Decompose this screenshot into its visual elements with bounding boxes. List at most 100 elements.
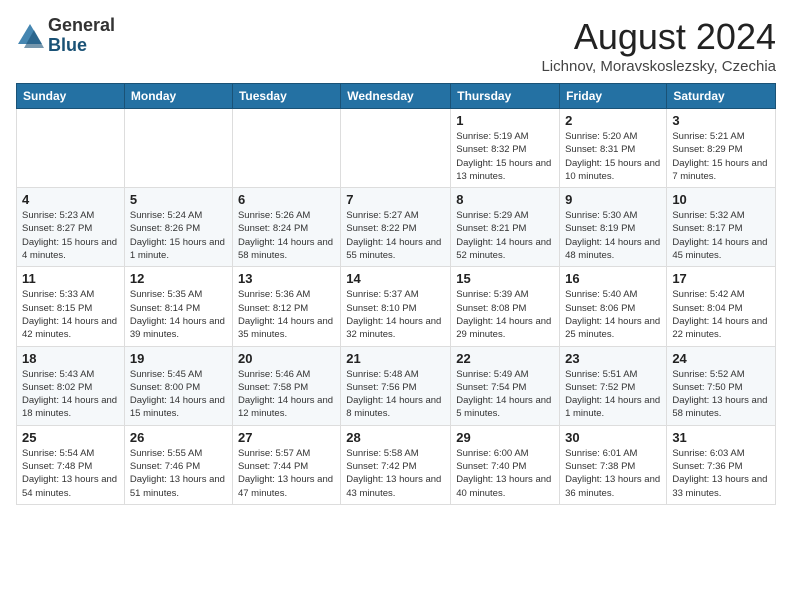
day-detail: Sunrise: 5:48 AM Sunset: 7:56 PM Dayligh… (346, 368, 445, 421)
day-detail: Sunrise: 6:00 AM Sunset: 7:40 PM Dayligh… (456, 447, 554, 500)
day-detail: Sunrise: 5:29 AM Sunset: 8:21 PM Dayligh… (456, 209, 554, 262)
weekday-header-sunday: Sunday (17, 84, 125, 109)
calendar-week-2: 4 Sunrise: 5:23 AM Sunset: 8:27 PM Daylig… (17, 188, 776, 267)
day-number: 9 (565, 192, 661, 207)
day-detail: Sunrise: 6:01 AM Sunset: 7:38 PM Dayligh… (565, 447, 661, 500)
calendar-cell: 19Sunrise: 5:45 AM Sunset: 8:00 PM Dayli… (124, 346, 232, 425)
day-number: 1 (456, 113, 554, 128)
day-detail: Sunrise: 5:58 AM Sunset: 7:42 PM Dayligh… (346, 447, 445, 500)
calendar-cell: 12 Sunrise: 5:35 AM Sunset: 8:14 PM Dayli… (124, 267, 232, 346)
day-detail: Sunrise: 5:37 AM Sunset: 8:10 PM Dayligh… (346, 288, 445, 341)
calendar-cell: 7 Sunrise: 5:27 AM Sunset: 8:22 PM Daylig… (341, 188, 451, 267)
calendar-cell: 29 Sunrise: 6:00 AM Sunset: 7:40 PM Dayli… (451, 425, 560, 504)
day-detail: Sunrise: 5:30 AM Sunset: 8:19 PM Dayligh… (565, 209, 661, 262)
day-number: 26 (130, 430, 227, 445)
calendar-cell: 15 Sunrise: 5:39 AM Sunset: 8:08 PM Dayli… (451, 267, 560, 346)
day-number: 30 (565, 430, 661, 445)
day-number: 14 (346, 271, 445, 286)
day-detail: Sunrise: 5:26 AM Sunset: 8:24 PM Dayligh… (238, 209, 335, 262)
weekday-header-saturday: Saturday (667, 84, 776, 109)
location: Lichnov, Moravskoslezsky, Czechia (541, 58, 776, 75)
day-number: 3 (672, 113, 770, 128)
calendar-cell: 6 Sunrise: 5:26 AM Sunset: 8:24 PM Daylig… (232, 188, 340, 267)
logo-blue: Blue (48, 35, 87, 55)
day-detail: Sunrise: 5:24 AM Sunset: 8:26 PM Dayligh… (130, 209, 227, 262)
day-number: 11 (22, 271, 119, 286)
day-number: 17 (672, 271, 770, 286)
day-detail: Sunrise: 5:23 AM Sunset: 8:27 PM Dayligh… (22, 209, 119, 262)
calendar-cell: 21 Sunrise: 5:48 AM Sunset: 7:56 PM Dayli… (341, 346, 451, 425)
calendar-cell: 13 Sunrise: 5:36 AM Sunset: 8:12 PM Dayli… (232, 267, 340, 346)
calendar-cell: 28Sunrise: 5:58 AM Sunset: 7:42 PM Dayli… (341, 425, 451, 504)
weekday-header-friday: Friday (560, 84, 667, 109)
day-number: 13 (238, 271, 335, 286)
calendar-cell: 3 Sunrise: 5:21 AM Sunset: 8:29 PM Daylig… (667, 109, 776, 188)
calendar-cell: 2Sunrise: 5:20 AM Sunset: 8:31 PM Daylig… (560, 109, 667, 188)
calendar-cell: 18Sunrise: 5:43 AM Sunset: 8:02 PM Dayli… (17, 346, 125, 425)
day-detail: Sunrise: 5:39 AM Sunset: 8:08 PM Dayligh… (456, 288, 554, 341)
day-number: 12 (130, 271, 227, 286)
calendar-cell: 31Sunrise: 6:03 AM Sunset: 7:36 PM Dayli… (667, 425, 776, 504)
title-block: August 2024 Lichnov, Moravskoslezsky, Cz… (541, 16, 776, 75)
day-detail: Sunrise: 5:49 AM Sunset: 7:54 PM Dayligh… (456, 368, 554, 421)
day-detail: Sunrise: 5:36 AM Sunset: 8:12 PM Dayligh… (238, 288, 335, 341)
calendar-cell (124, 109, 232, 188)
calendar-cell: 9 Sunrise: 5:30 AM Sunset: 8:19 PM Daylig… (560, 188, 667, 267)
day-detail: Sunrise: 5:57 AM Sunset: 7:44 PM Dayligh… (238, 447, 335, 500)
day-detail: Sunrise: 5:19 AM Sunset: 8:32 PM Dayligh… (456, 130, 554, 183)
calendar-cell (17, 109, 125, 188)
calendar-cell: 20Sunrise: 5:46 AM Sunset: 7:58 PM Dayli… (232, 346, 340, 425)
weekday-header-wednesday: Wednesday (341, 84, 451, 109)
weekday-header-row: SundayMondayTuesdayWednesdayThursdayFrid… (17, 84, 776, 109)
day-number: 23 (565, 351, 661, 366)
day-number: 21 (346, 351, 445, 366)
day-number: 2 (565, 113, 661, 128)
day-number: 16 (565, 271, 661, 286)
day-detail: Sunrise: 5:27 AM Sunset: 8:22 PM Dayligh… (346, 209, 445, 262)
calendar-cell: 30 Sunrise: 6:01 AM Sunset: 7:38 PM Dayli… (560, 425, 667, 504)
day-detail: Sunrise: 5:35 AM Sunset: 8:14 PM Dayligh… (130, 288, 227, 341)
calendar-cell: 23 Sunrise: 5:51 AM Sunset: 7:52 PM Dayli… (560, 346, 667, 425)
calendar-cell: 11 Sunrise: 5:33 AM Sunset: 8:15 PM Dayli… (17, 267, 125, 346)
weekday-header-tuesday: Tuesday (232, 84, 340, 109)
calendar-cell: 22 Sunrise: 5:49 AM Sunset: 7:54 PM Dayli… (451, 346, 560, 425)
calendar-week-4: 18Sunrise: 5:43 AM Sunset: 8:02 PM Dayli… (17, 346, 776, 425)
logo-text: General Blue (48, 16, 115, 56)
day-number: 5 (130, 192, 227, 207)
day-number: 27 (238, 430, 335, 445)
weekday-header-monday: Monday (124, 84, 232, 109)
day-detail: Sunrise: 5:45 AM Sunset: 8:00 PM Dayligh… (130, 368, 227, 421)
day-number: 18 (22, 351, 119, 366)
day-number: 4 (22, 192, 119, 207)
calendar-week-1: 1 Sunrise: 5:19 AM Sunset: 8:32 PM Daylig… (17, 109, 776, 188)
day-detail: Sunrise: 5:33 AM Sunset: 8:15 PM Dayligh… (22, 288, 119, 341)
day-detail: Sunrise: 5:54 AM Sunset: 7:48 PM Dayligh… (22, 447, 119, 500)
day-number: 15 (456, 271, 554, 286)
day-number: 6 (238, 192, 335, 207)
calendar-week-3: 11 Sunrise: 5:33 AM Sunset: 8:15 PM Dayli… (17, 267, 776, 346)
day-number: 29 (456, 430, 554, 445)
day-number: 22 (456, 351, 554, 366)
page-header: General Blue August 2024 Lichnov, Moravs… (16, 16, 776, 75)
day-number: 7 (346, 192, 445, 207)
calendar-cell: 1 Sunrise: 5:19 AM Sunset: 8:32 PM Daylig… (451, 109, 560, 188)
day-detail: Sunrise: 5:51 AM Sunset: 7:52 PM Dayligh… (565, 368, 661, 421)
day-detail: Sunrise: 5:55 AM Sunset: 7:46 PM Dayligh… (130, 447, 227, 500)
logo: General Blue (16, 16, 115, 56)
day-detail: Sunrise: 5:46 AM Sunset: 7:58 PM Dayligh… (238, 368, 335, 421)
calendar-cell: 25Sunrise: 5:54 AM Sunset: 7:48 PM Dayli… (17, 425, 125, 504)
calendar-cell: 27 Sunrise: 5:57 AM Sunset: 7:44 PM Dayli… (232, 425, 340, 504)
day-number: 31 (672, 430, 770, 445)
calendar-cell: 26 Sunrise: 5:55 AM Sunset: 7:46 PM Dayli… (124, 425, 232, 504)
calendar-cell: 5 Sunrise: 5:24 AM Sunset: 8:26 PM Daylig… (124, 188, 232, 267)
day-number: 24 (672, 351, 770, 366)
calendar-body: 1 Sunrise: 5:19 AM Sunset: 8:32 PM Daylig… (17, 109, 776, 505)
weekday-header-thursday: Thursday (451, 84, 560, 109)
calendar-week-5: 25Sunrise: 5:54 AM Sunset: 7:48 PM Dayli… (17, 425, 776, 504)
calendar-cell: 16Sunrise: 5:40 AM Sunset: 8:06 PM Dayli… (560, 267, 667, 346)
calendar-cell (232, 109, 340, 188)
day-detail: Sunrise: 5:21 AM Sunset: 8:29 PM Dayligh… (672, 130, 770, 183)
calendar-header: SundayMondayTuesdayWednesdayThursdayFrid… (17, 84, 776, 109)
day-number: 8 (456, 192, 554, 207)
calendar-cell: 14 Sunrise: 5:37 AM Sunset: 8:10 PM Dayli… (341, 267, 451, 346)
